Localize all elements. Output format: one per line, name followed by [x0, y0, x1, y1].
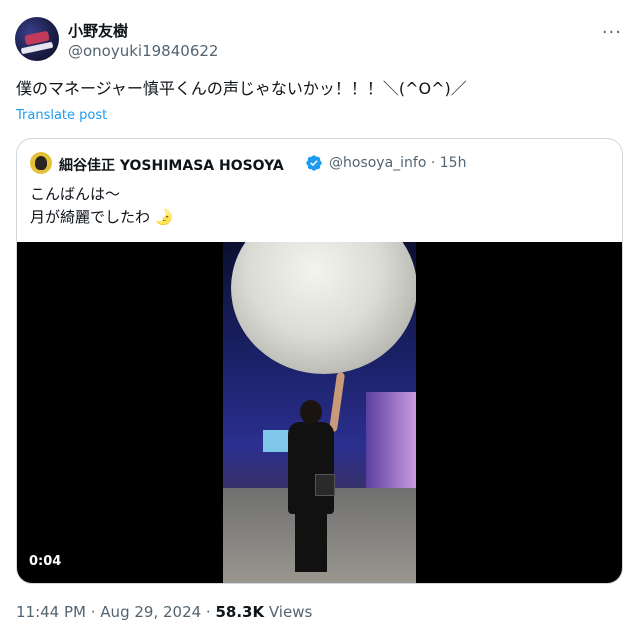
quoted-text-line: こんばんは〜	[30, 185, 121, 203]
author-display-name[interactable]: 小野友樹	[68, 20, 128, 41]
video-frame	[223, 242, 416, 583]
quoted-author-name: 細谷佳正 YOSHIMASA HOSOYA	[59, 158, 284, 174]
video-duration: 0:04	[29, 554, 62, 569]
translate-post-link[interactable]: Translate post	[16, 108, 107, 123]
meta-separator: ·	[85, 603, 101, 621]
more-options-icon[interactable]: ···	[602, 22, 622, 43]
post-date[interactable]: Aug 29, 2024	[100, 603, 201, 621]
views-label: Views	[264, 603, 313, 621]
shoulder-bag	[315, 474, 335, 496]
tweet-text: 僕のマネージャー慎平くんの声じゃないかッ！！！＼(^O^)／	[16, 79, 467, 98]
moon-balloon	[231, 242, 416, 374]
person-head	[300, 400, 322, 424]
quoted-post[interactable]: 細谷佳正 YOSHIMASA HOSOYA @hosoya_info · 15h…	[16, 138, 623, 584]
author-handle[interactable]: @onoyuki19840622	[68, 42, 218, 60]
video-player[interactable]: 0:04	[17, 242, 622, 583]
verified-badge-icon	[306, 155, 322, 171]
quoted-author-handle-time: @hosoya_info · 15h	[329, 155, 467, 171]
meta-separator: ·	[201, 603, 216, 621]
quoted-text-line: 月が綺麗でしたわ 🌛	[30, 208, 174, 226]
post-metadata: 11:44 PM · Aug 29, 2024 · 58.3K Views	[16, 603, 312, 621]
quoted-author-avatar	[30, 152, 52, 174]
author-avatar[interactable]	[15, 17, 59, 61]
person-legs	[295, 512, 327, 572]
person-body	[288, 422, 334, 514]
views-count[interactable]: 58.3K	[215, 603, 264, 621]
post-time[interactable]: 11:44 PM	[16, 603, 86, 621]
video-wall	[366, 392, 416, 502]
person-arm	[328, 371, 346, 433]
